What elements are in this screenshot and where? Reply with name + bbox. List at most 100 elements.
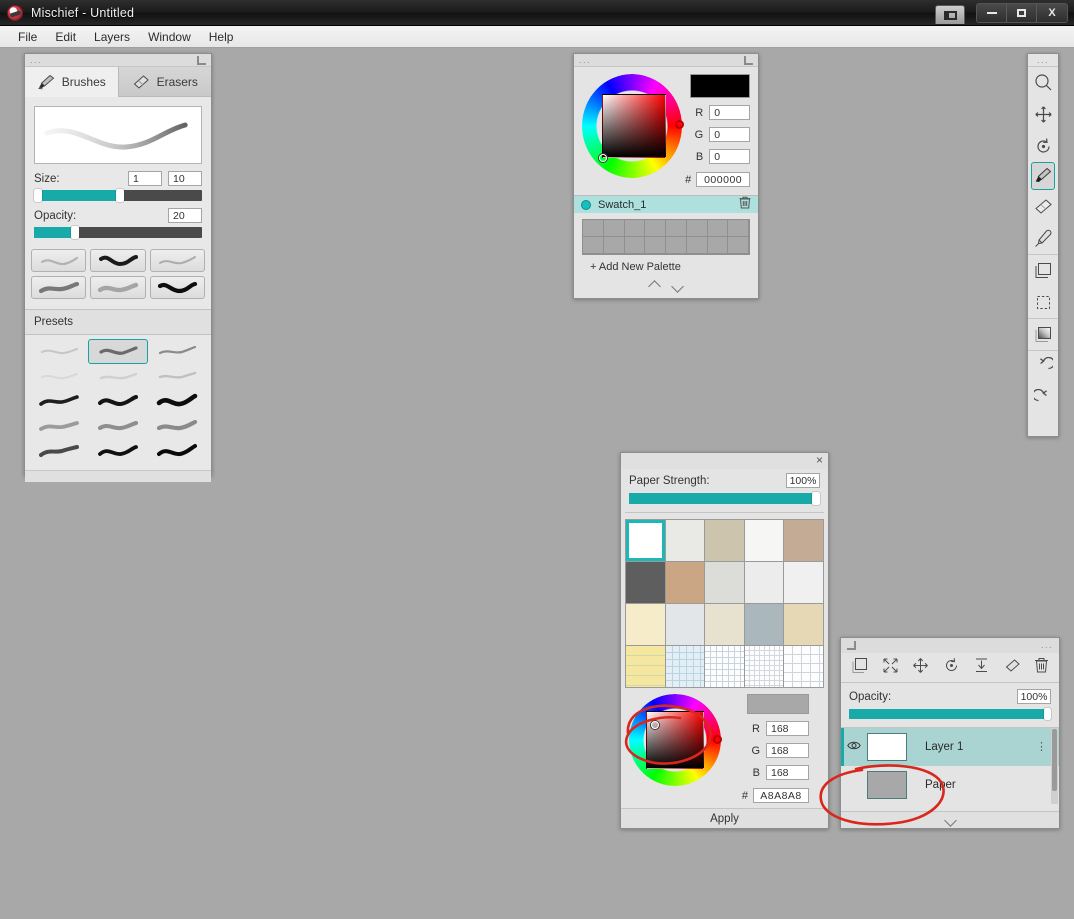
redo-tool[interactable]	[1028, 382, 1058, 414]
zoom-tool[interactable]	[1028, 66, 1058, 98]
table-row[interactable]: Layer 1 ⋮	[841, 728, 1059, 766]
palette-cell[interactable]	[666, 220, 687, 237]
trash-icon[interactable]	[739, 196, 751, 214]
preset-2[interactable]	[88, 339, 148, 364]
texture-fleck-white[interactable]	[784, 562, 823, 603]
saturation-value-square[interactable]	[602, 94, 666, 158]
maximize-button[interactable]	[1007, 3, 1037, 22]
minimize-button[interactable]	[977, 3, 1007, 22]
preset-5[interactable]	[88, 364, 147, 389]
tab-brushes[interactable]: Brushes	[25, 67, 118, 97]
palette-cell[interactable]	[645, 220, 666, 237]
current-color-swatch[interactable]	[690, 74, 750, 98]
texture-tan-card[interactable]	[705, 520, 744, 561]
palette-cell[interactable]	[666, 237, 687, 254]
paper-current-color-swatch[interactable]	[747, 694, 809, 714]
menu-help[interactable]: Help	[201, 28, 242, 46]
paper-thumbnail[interactable]	[867, 771, 907, 799]
preset-13[interactable]	[29, 439, 88, 464]
palette-cell[interactable]	[707, 237, 729, 254]
eraser-tool[interactable]	[1028, 190, 1058, 222]
texture-fine-grid[interactable]	[744, 646, 784, 687]
close-button[interactable]: X	[1037, 3, 1067, 22]
texture-rough-white[interactable]	[665, 520, 705, 561]
preset-3[interactable]	[148, 339, 207, 364]
opacity-slider[interactable]	[34, 226, 202, 239]
size-slider[interactable]	[34, 189, 202, 202]
move-icon[interactable]	[912, 657, 929, 679]
rectangle-tool[interactable]	[1028, 254, 1058, 286]
paper-hue-marker[interactable]	[713, 735, 722, 744]
rotate-canvas-tool[interactable]	[1028, 130, 1058, 162]
opacity-slider-knob[interactable]	[70, 226, 79, 239]
menu-file[interactable]: File	[10, 28, 45, 46]
palette-cell[interactable]	[583, 237, 604, 254]
preset-12[interactable]	[148, 414, 207, 439]
preset-15[interactable]	[148, 439, 207, 464]
brush-thumb-2[interactable]	[90, 249, 146, 272]
toolbar-header[interactable]: ...	[1028, 54, 1058, 66]
brush-tool[interactable]	[1031, 162, 1055, 190]
layer-opacity-value[interactable]: 100%	[1017, 689, 1051, 704]
close-icon[interactable]: ×	[816, 454, 823, 466]
transform-icon[interactable]	[882, 657, 899, 679]
swatch-group-row[interactable]: Swatch_1	[574, 195, 758, 213]
preset-11[interactable]	[88, 414, 147, 439]
palette-cell[interactable]	[686, 220, 708, 237]
palette-cell[interactable]	[707, 220, 729, 237]
green-input[interactable]: 0	[709, 127, 750, 142]
texture-speckled-white[interactable]	[744, 562, 784, 603]
chevron-down-icon[interactable]	[671, 279, 684, 293]
layer-opacity-slider[interactable]	[849, 708, 1051, 720]
paper-color-wheel[interactable]	[629, 694, 741, 786]
palette-cell[interactable]	[645, 237, 666, 254]
erase-layer-icon[interactable]	[1004, 657, 1021, 679]
preset-9[interactable]	[148, 389, 207, 414]
texture-wide-grid[interactable]	[784, 646, 823, 687]
paper-hex-input[interactable]: A8A8A8	[753, 788, 809, 803]
texture-tan-brown[interactable]	[665, 562, 705, 603]
dock-panel-icon[interactable]	[197, 55, 206, 65]
texture-blue-graph[interactable]	[665, 646, 705, 687]
paper-green-input[interactable]: 168	[766, 743, 809, 758]
hue-marker[interactable]	[675, 120, 685, 129]
palette-grid[interactable]	[582, 219, 750, 255]
opacity-input[interactable]: 20	[168, 208, 202, 223]
texture-brown-kraft[interactable]	[784, 520, 823, 561]
palette-cell[interactable]	[603, 220, 625, 237]
layer-thumbnail[interactable]	[867, 733, 907, 761]
menu-edit[interactable]: Edit	[47, 28, 84, 46]
texture-plain-white[interactable]	[626, 520, 665, 561]
new-layer-icon[interactable]	[851, 657, 868, 679]
brush-panel-header[interactable]: ...	[25, 54, 211, 67]
layers-scrollbar[interactable]	[1051, 728, 1058, 804]
brush-thumb-3[interactable]	[149, 249, 205, 272]
brush-thumb-6[interactable]	[149, 276, 205, 299]
size-slider-knob-min[interactable]	[34, 189, 42, 202]
preset-14[interactable]	[88, 439, 147, 464]
preset-10[interactable]	[29, 414, 88, 439]
apply-button[interactable]: Apply	[621, 808, 828, 828]
texture-blue-grey-rough[interactable]	[744, 604, 784, 645]
gradient-tool[interactable]	[1028, 318, 1058, 350]
dock-panel-icon[interactable]	[744, 55, 753, 65]
texture-smooth-white[interactable]	[744, 520, 784, 561]
texture-dark-grey[interactable]	[626, 562, 665, 603]
blue-input[interactable]: 0	[709, 149, 750, 164]
size-max-input[interactable]: 10	[168, 171, 202, 186]
layers-panel-header[interactable]: ...	[841, 638, 1059, 653]
palette-cell[interactable]	[624, 220, 646, 237]
brush-thumb-1[interactable]	[31, 249, 87, 272]
brush-thumb-4[interactable]	[31, 276, 87, 299]
paper-strength-slider[interactable]	[629, 492, 820, 505]
kebab-menu-icon[interactable]: ⋮	[1036, 741, 1047, 752]
add-new-palette-button[interactable]: + Add New Palette	[582, 255, 750, 277]
palette-cell[interactable]	[624, 237, 646, 254]
preset-4[interactable]	[29, 364, 88, 389]
panel-drag-dots[interactable]: ...	[579, 55, 591, 65]
texture-sand[interactable]	[784, 604, 823, 645]
paper-strength-value[interactable]: 100%	[786, 473, 820, 488]
chevron-up-icon[interactable]	[648, 279, 661, 293]
color-panel-header[interactable]: ...	[574, 54, 758, 67]
hex-input[interactable]: 000000	[696, 172, 750, 187]
